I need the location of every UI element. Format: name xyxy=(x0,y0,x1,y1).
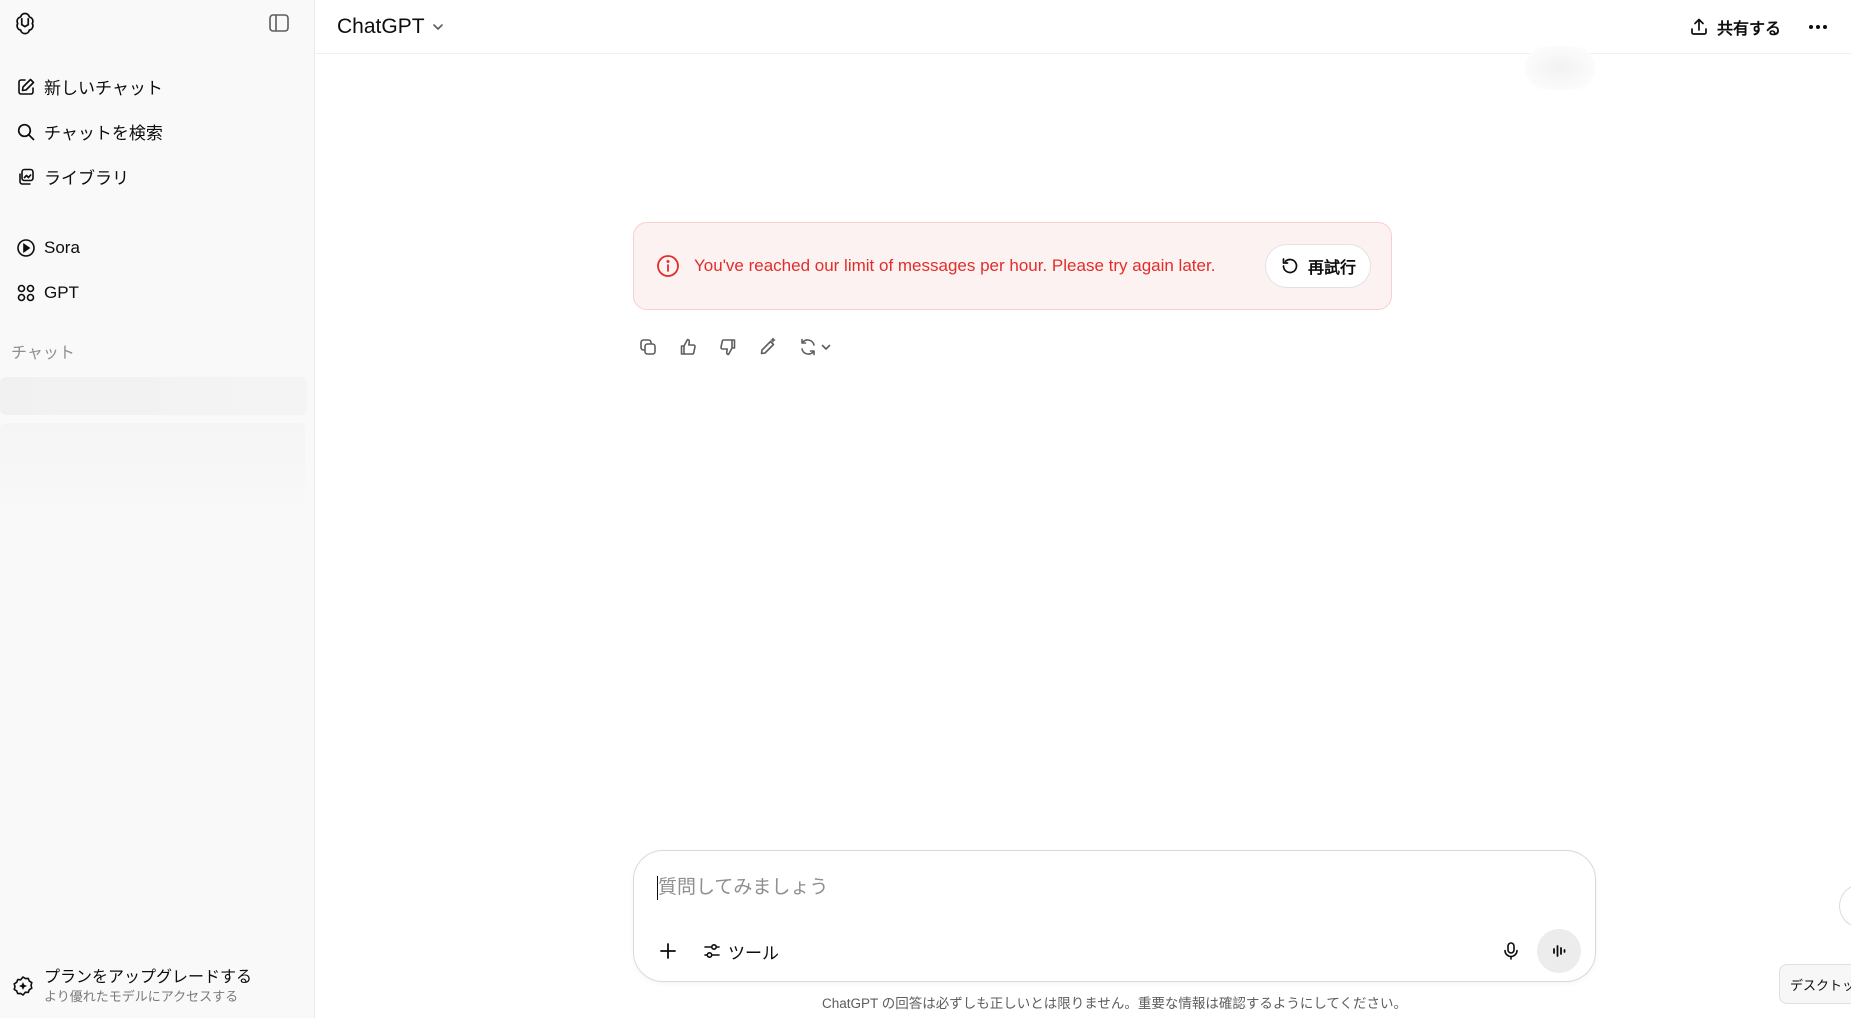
upgrade-icon xyxy=(13,976,33,996)
upgrade-subtitle: より優れたモデルにアクセスする xyxy=(44,988,239,1004)
share-label: 共有する xyxy=(1716,20,1781,38)
upgrade-plan-button[interactable]: プランをアップグレードする より優れたモデルにアクセスする xyxy=(0,954,315,1018)
sidebar-item-gpt[interactable]: GPT xyxy=(4,270,310,315)
error-message: You've reached our limit of messages per… xyxy=(694,256,1216,275)
chevron-down-icon xyxy=(432,23,443,30)
tools-label: ツール xyxy=(728,943,779,963)
message-actions xyxy=(633,332,837,362)
sidebar-item-sora[interactable]: Sora xyxy=(4,225,310,270)
retry-label: 再試行 xyxy=(1307,260,1356,277)
top-bar: ChatGPT 共有する xyxy=(315,0,1851,54)
edit-canvas-icon[interactable] xyxy=(753,332,783,362)
prompt-input[interactable] xyxy=(658,875,1558,901)
sidebar-item-label: Sora xyxy=(44,237,80,257)
main-panel: ChatGPT 共有する You've reached our limit of… xyxy=(315,0,1851,1018)
dictate-button[interactable] xyxy=(1491,931,1531,971)
regenerate-icon xyxy=(801,338,815,356)
sidebar-item-library[interactable]: ライブラリ xyxy=(4,154,310,199)
attach-button[interactable] xyxy=(648,931,688,971)
share-button[interactable]: 共有する xyxy=(1689,15,1781,39)
composer-toolbar: ツール xyxy=(648,929,1581,973)
play-circle-icon xyxy=(17,238,35,257)
sidebar-top xyxy=(0,0,314,46)
thumbs-down-icon[interactable] xyxy=(713,332,743,362)
tools-button[interactable]: ツール xyxy=(692,931,789,971)
openai-logo-icon[interactable] xyxy=(10,8,40,38)
thumbs-up-icon[interactable] xyxy=(673,332,703,362)
sidebar-toggle-icon[interactable] xyxy=(264,8,294,38)
info-circle-icon xyxy=(657,255,679,277)
retry-icon xyxy=(1282,258,1298,274)
desktop-app-tab[interactable]: デスクトップ xyxy=(1779,964,1851,1004)
disclaimer-text: ChatGPT の回答は必ずしも正しいとは限りません。重要な情報は確認するように… xyxy=(821,996,1408,1011)
model-name: ChatGPT xyxy=(337,14,425,38)
more-options-icon[interactable] xyxy=(1803,12,1833,42)
regenerate-button[interactable] xyxy=(793,332,837,362)
microphone-icon xyxy=(1504,942,1518,960)
header-actions: 共有する xyxy=(1689,12,1833,42)
sidebar-item-search-chats[interactable]: チャットを検索 xyxy=(4,109,310,154)
user-message-bubble xyxy=(1525,46,1595,90)
voice-mode-button[interactable] xyxy=(1537,929,1581,973)
sidebar-nav-primary: 新しいチャット チャットを検索 ライブラリ xyxy=(0,64,314,199)
chat-history-item[interactable] xyxy=(0,423,305,503)
share-upload-icon xyxy=(1691,18,1707,35)
retry-button[interactable]: 再試行 xyxy=(1264,244,1371,288)
upgrade-title: プランをアップグレードする xyxy=(44,968,253,986)
sidebar-nav-secondary: Sora GPT xyxy=(0,225,314,315)
plus-icon xyxy=(660,943,676,959)
sidebar-item-label: ライブラリ xyxy=(44,169,129,188)
rate-limit-error: You've reached our limit of messages per… xyxy=(633,222,1392,310)
app-window: 新しいチャット チャットを検索 ライブラリ Sora GPT チャット プランを… xyxy=(0,0,1851,1018)
sidebar-item-label: GPT xyxy=(44,282,79,302)
chat-history-heading: チャット xyxy=(11,345,75,362)
copy-icon[interactable] xyxy=(633,332,663,362)
chevron-down-icon xyxy=(821,344,831,350)
chat-history-item[interactable] xyxy=(0,377,307,415)
upgrade-text: プランをアップグレードする より優れたモデルにアクセスする xyxy=(44,968,252,1005)
sidebar-item-label: 新しいチャット xyxy=(44,79,163,98)
sidebar-item-new-chat[interactable]: 新しいチャット xyxy=(4,64,310,109)
library-icon xyxy=(19,168,34,185)
sliders-icon xyxy=(704,943,720,959)
compose-icon xyxy=(18,78,35,95)
sidebar: 新しいチャット チャットを検索 ライブラリ Sora GPT チャット プランを… xyxy=(0,0,315,1018)
side-panel-handle[interactable] xyxy=(1839,884,1851,928)
model-selector[interactable]: ChatGPT xyxy=(337,15,445,39)
audio-waveform-icon xyxy=(1553,945,1566,957)
grid-icon xyxy=(17,284,35,301)
message-composer: ツール xyxy=(633,850,1596,982)
sidebar-item-label: チャットを検索 xyxy=(44,124,163,143)
chat-history-list xyxy=(0,377,307,507)
search-icon xyxy=(17,123,35,140)
